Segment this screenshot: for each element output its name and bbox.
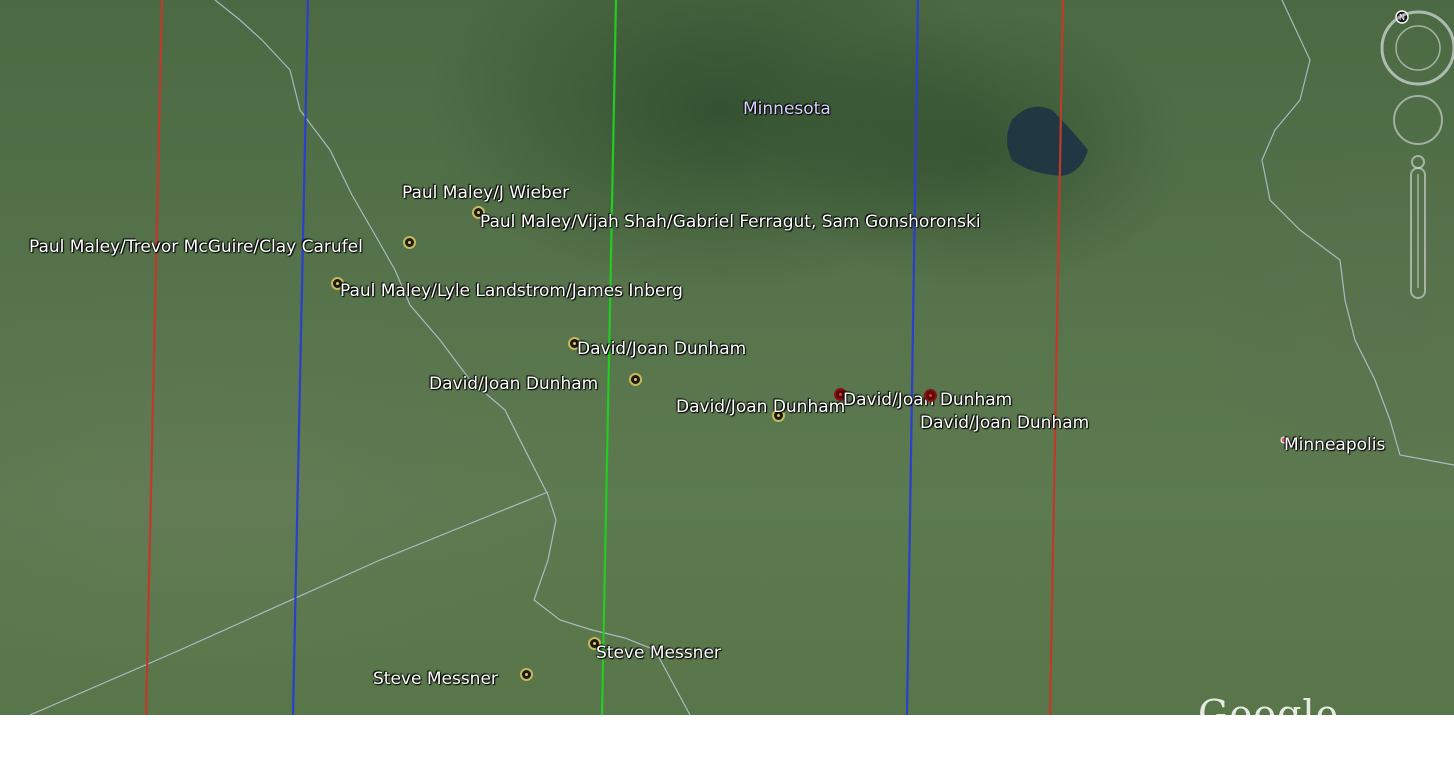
- placemark-label[interactable]: Paul Maley/Trevor McGuire/Clay Carufel: [29, 237, 363, 257]
- placemark-label[interactable]: David/Joan Dunham: [577, 339, 746, 359]
- path-limit-line-west: [144, 0, 164, 715]
- path-inner-line-east: [905, 0, 920, 715]
- placemark-label[interactable]: David/Joan Dunham: [920, 413, 1089, 433]
- watermark-logo: Google earth: [1198, 692, 1340, 780]
- city-label[interactable]: Minneapolis: [1284, 435, 1385, 455]
- state-label: Minnesota: [743, 99, 831, 119]
- placemark-icon[interactable]: [520, 668, 533, 681]
- placemark-label[interactable]: Paul Maley/Vijah Shah/Gabriel Ferragut, …: [480, 212, 981, 232]
- placemark-icon-selected[interactable]: [924, 389, 937, 402]
- lake-shape: [1007, 106, 1088, 176]
- path-limit-line-east: [1048, 0, 1065, 715]
- placemark-label[interactable]: Steve Messner: [596, 643, 721, 663]
- placemark-label[interactable]: David/Joan Dunham: [676, 397, 845, 417]
- placemark-label[interactable]: Paul Maley/Lyle Landstrom/James Inberg: [340, 281, 683, 301]
- move-joystick-icon[interactable]: [1393, 95, 1443, 145]
- placemark-icon[interactable]: [629, 373, 642, 386]
- look-joystick-icon[interactable]: [1380, 10, 1454, 86]
- placemark-label[interactable]: David/Joan Dunham: [429, 374, 598, 394]
- placemark-label[interactable]: Steve Messner: [373, 669, 498, 689]
- navigation-controls: N: [1376, 8, 1454, 308]
- zoom-slider-icon[interactable]: [1410, 155, 1426, 299]
- placemark-icon[interactable]: [403, 236, 416, 249]
- path-inner-line-west: [291, 0, 310, 715]
- placemark-label[interactable]: Paul Maley/J Wieber: [402, 183, 569, 203]
